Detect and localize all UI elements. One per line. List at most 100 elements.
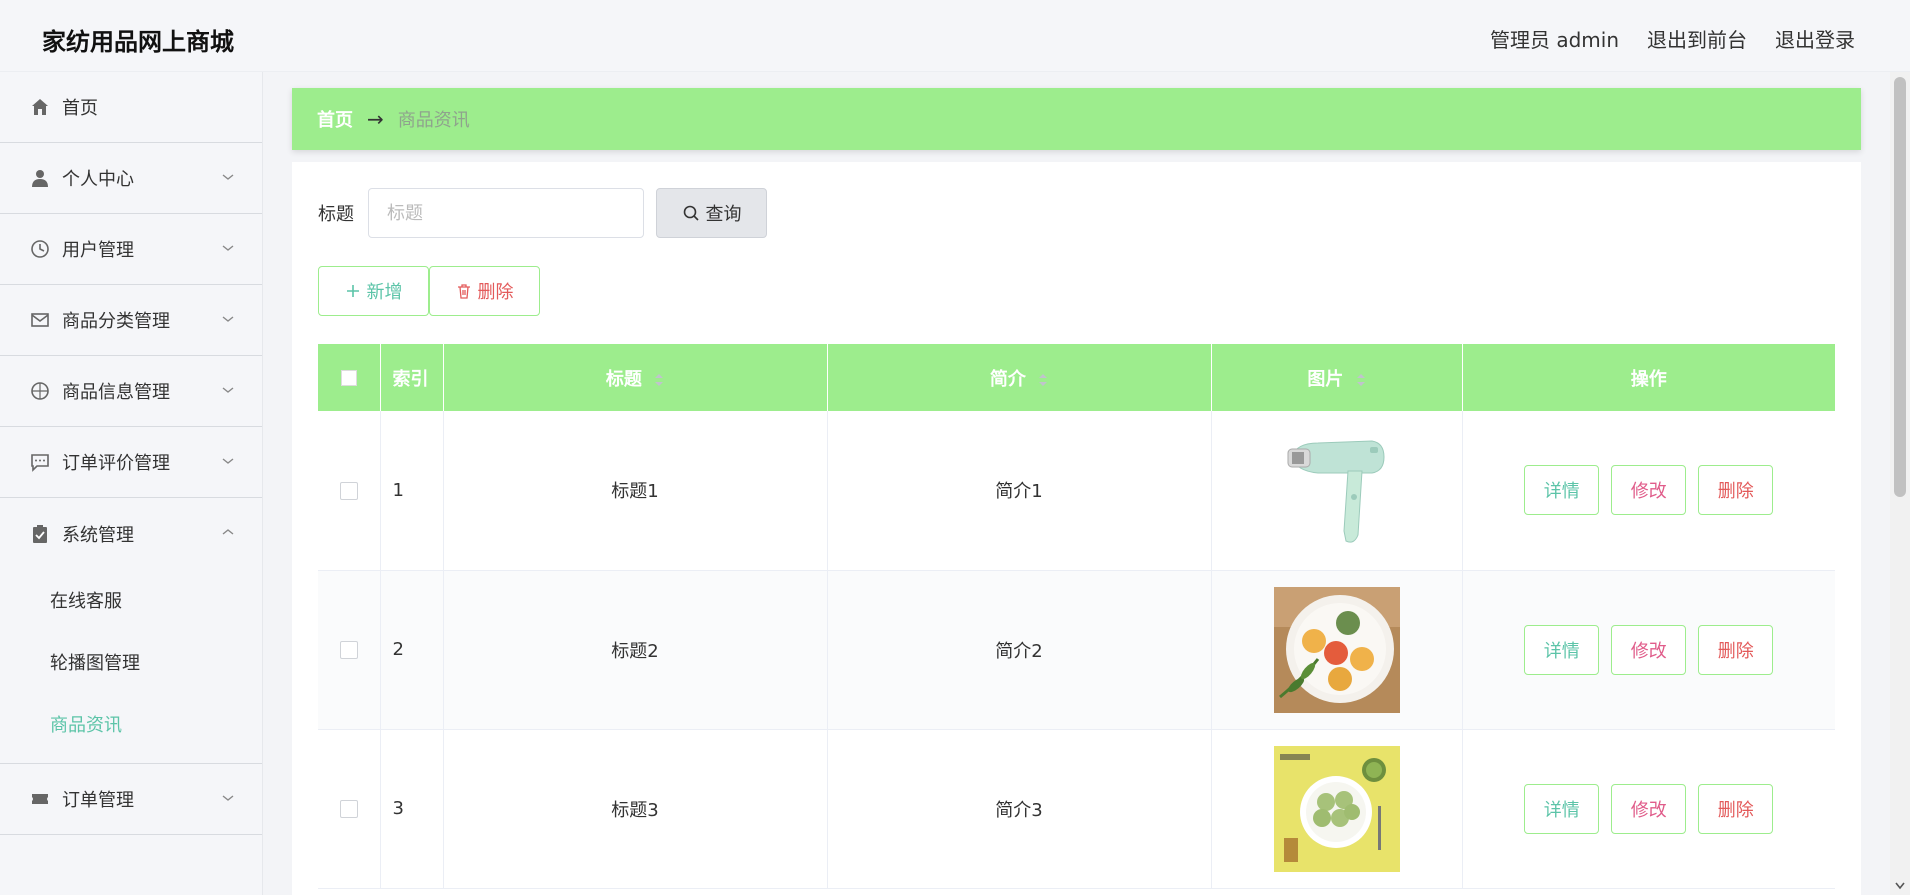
query-button[interactable]: 查询	[656, 188, 767, 238]
row-intro: 简介3	[827, 729, 1212, 889]
chevron-down-icon	[222, 316, 234, 322]
query-button-label: 查询	[705, 204, 742, 225]
home-icon	[28, 95, 52, 119]
col-header-index: 索引	[380, 344, 444, 411]
user-icon	[28, 166, 52, 190]
sort-icon	[1356, 373, 1365, 386]
sidebar-item-label: 系统管理	[62, 524, 134, 546]
row-title: 标题3	[443, 729, 828, 889]
sidebar-item-label: 订单管理	[62, 790, 134, 811]
chevron-down-icon	[222, 245, 234, 251]
row-checkbox-cell	[318, 570, 381, 730]
search-row: 标题 查询	[318, 188, 767, 238]
add-button[interactable]: 新增	[318, 266, 429, 316]
row-index: 3	[380, 729, 444, 889]
main-content: 标题 查询 新增 删除 索引 标题	[292, 162, 1861, 895]
col-header-image[interactable]: 图片	[1211, 344, 1463, 411]
breadcrumb: 首页 → 商品资讯	[292, 88, 1861, 150]
search-input[interactable]	[368, 188, 644, 238]
row-checkbox[interactable]	[339, 481, 358, 500]
detail-button[interactable]: 详情	[1524, 783, 1600, 834]
col-header-ops: 操作	[1462, 344, 1835, 411]
detail-button[interactable]: 详情	[1524, 624, 1600, 675]
sidebar-item-label: 首页	[62, 98, 98, 119]
sidebar-item-label: 商品分类管理	[62, 311, 170, 332]
hair-dryer-image	[1273, 427, 1400, 554]
mail-icon	[28, 308, 52, 332]
admin-label: 管理员 admin	[1489, 28, 1619, 52]
clipboard-icon	[28, 522, 52, 546]
chevron-down-icon	[222, 174, 234, 180]
chevron-down-icon	[222, 387, 234, 393]
plus-icon	[346, 285, 359, 297]
scroll-down-arrow-icon[interactable]	[1894, 879, 1906, 891]
select-all-checkbox[interactable]	[340, 370, 357, 386]
header-actions: 管理员 admin 退出到前台 退出登录	[1490, 24, 1855, 53]
row-checkbox[interactable]	[339, 800, 358, 818]
action-row: 新增 删除	[318, 266, 540, 316]
brand-title: 家纺用品网上商城	[42, 28, 234, 56]
delete-button[interactable]: 删除	[1698, 624, 1774, 675]
top-header: 家纺用品网上商城 管理员 admin 退出到前台 退出登录	[0, 0, 1910, 72]
row-ops-cell: 详情 修改 删除	[1462, 729, 1835, 889]
sidebar-item-user-management[interactable]: 用户管理	[0, 214, 262, 285]
sidebar: 首页 个人中心 用户管理 商品分类管理 商品信息管理 订单评价管理 系统管理 在…	[0, 72, 263, 895]
sidebar-item-system-management[interactable]: 系统管理	[0, 498, 262, 569]
breadcrumb-current: 商品资讯	[397, 110, 470, 131]
batch-delete-button[interactable]: 删除	[429, 266, 540, 316]
scrollbar-thumb[interactable]	[1894, 77, 1906, 497]
edit-button[interactable]: 修改	[1611, 465, 1687, 516]
edit-button[interactable]: 修改	[1611, 783, 1687, 834]
sidebar-item-product-management[interactable]: 商品信息管理	[0, 356, 262, 427]
detail-button[interactable]: 详情	[1524, 465, 1600, 516]
row-title: 标题1	[443, 411, 828, 571]
sidebar-item-label: 用户管理	[62, 240, 134, 261]
sidebar-item-label: 订单评价管理	[62, 453, 170, 474]
delete-button[interactable]: 删除	[1698, 783, 1774, 834]
sort-icon	[1039, 373, 1048, 386]
row-index: 1	[380, 411, 444, 571]
row-title: 标题2	[443, 570, 828, 730]
row-image-cell	[1211, 411, 1463, 571]
col-header-title[interactable]: 标题	[443, 344, 828, 411]
select-all-cell	[318, 344, 381, 411]
table-row: 1 标题1 简介1 详情 修改 删除	[318, 411, 1835, 571]
sidebar-item-label: 商品信息管理	[62, 382, 170, 403]
row-image-cell	[1211, 729, 1463, 889]
table-row: 3 标题3 简介3 详情 修改 删除	[318, 729, 1835, 889]
sidebar-subitem-online-service[interactable]: 在线客服	[0, 569, 262, 631]
logout-link[interactable]: 退出登录	[1775, 24, 1855, 53]
breadcrumb-home-link[interactable]: 首页	[317, 106, 353, 132]
edit-button[interactable]: 修改	[1611, 624, 1687, 675]
chevron-down-icon	[222, 795, 234, 801]
row-image-cell	[1211, 570, 1463, 730]
exit-to-front-link[interactable]: 退出到前台	[1647, 24, 1747, 53]
sidebar-item-review-management[interactable]: 订单评价管理	[0, 427, 262, 498]
row-index: 2	[380, 570, 444, 730]
data-table: 索引 标题 简介 图片 操作 1 标题1 简介1 详情 修改 删除 2 标题2 …	[318, 344, 1835, 889]
row-ops-cell: 详情 修改 删除	[1462, 570, 1835, 730]
sidebar-item-category-management[interactable]: 商品分类管理	[0, 285, 262, 356]
page-scrollbar[interactable]	[1890, 72, 1910, 895]
col-header-image-label: 图片	[1307, 368, 1344, 390]
col-header-title-label: 标题	[605, 368, 642, 390]
mooncakes-image	[1273, 586, 1400, 713]
row-checkbox[interactable]	[339, 641, 358, 659]
delete-button[interactable]: 删除	[1698, 465, 1774, 516]
chevron-down-icon	[222, 458, 234, 464]
search-icon	[683, 205, 699, 221]
row-checkbox-cell	[318, 729, 381, 889]
sidebar-subitem-product-news[interactable]: 商品资讯	[0, 693, 262, 755]
row-intro: 简介2	[827, 570, 1212, 730]
clock-icon	[28, 237, 52, 261]
sidebar-subitem-carousel[interactable]: 轮播图管理	[0, 631, 262, 693]
sidebar-item-order-management[interactable]: 订单管理	[0, 764, 262, 835]
batch-delete-button-label: 删除	[477, 282, 514, 303]
ticket-icon	[28, 787, 52, 811]
sidebar-item-personal-center[interactable]: 个人中心	[0, 143, 262, 214]
system-submenu: 在线客服 轮播图管理 商品资讯	[0, 569, 262, 764]
chevron-up-icon	[222, 529, 234, 535]
sidebar-item-home[interactable]: 首页	[0, 72, 262, 143]
col-header-intro[interactable]: 简介	[827, 344, 1212, 411]
add-button-label: 新增	[366, 282, 403, 303]
